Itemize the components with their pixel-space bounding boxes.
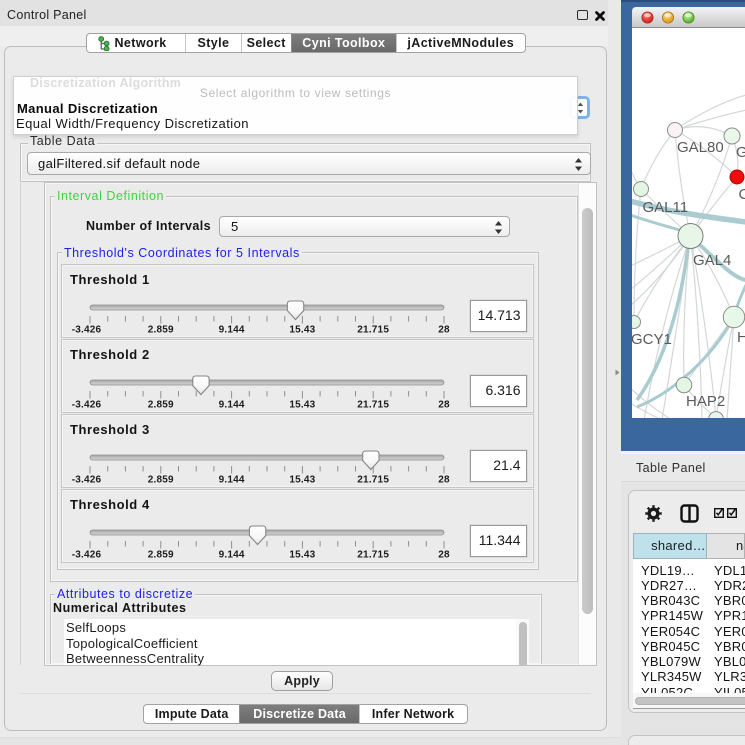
svg-text:9.144: 9.144 [219,400,245,411]
svg-text:2.859: 2.859 [148,400,174,411]
svg-text:21.715: 21.715 [357,475,389,486]
svg-text:15.43: 15.43 [289,400,315,411]
svg-text:C: C [739,186,745,203]
svg-text:GAL4: GAL4 [693,252,731,269]
svg-text:-3.426: -3.426 [72,475,102,486]
svg-text:-3.426: -3.426 [72,550,102,561]
svg-text:2.859: 2.859 [148,550,174,561]
svg-text:2.859: 2.859 [148,325,174,336]
svg-text:15.43: 15.43 [289,325,315,336]
svg-text:28: 28 [438,475,450,486]
svg-text:21.715: 21.715 [357,325,389,336]
svg-text:GA: GA [736,144,745,161]
svg-text:28: 28 [438,325,450,336]
svg-text:9.144: 9.144 [219,325,245,336]
svg-text:GAL11: GAL11 [643,199,689,216]
svg-text:9.144: 9.144 [219,550,245,561]
svg-text:GAL80: GAL80 [677,139,724,156]
svg-text:-3.426: -3.426 [72,400,102,411]
svg-text:28: 28 [438,400,450,411]
svg-text:9.144: 9.144 [219,475,245,486]
svg-text:21.715: 21.715 [357,400,389,411]
svg-text:15.43: 15.43 [289,475,315,486]
svg-text:2.859: 2.859 [148,475,174,486]
svg-text:15.43: 15.43 [289,550,315,561]
svg-text:28: 28 [438,550,450,561]
svg-text:HAP2: HAP2 [686,393,725,410]
svg-text:-3.426: -3.426 [72,325,102,336]
svg-text:GCY1: GCY1 [632,331,672,348]
svg-text:21.715: 21.715 [357,550,389,561]
svg-text:H: H [737,329,745,346]
